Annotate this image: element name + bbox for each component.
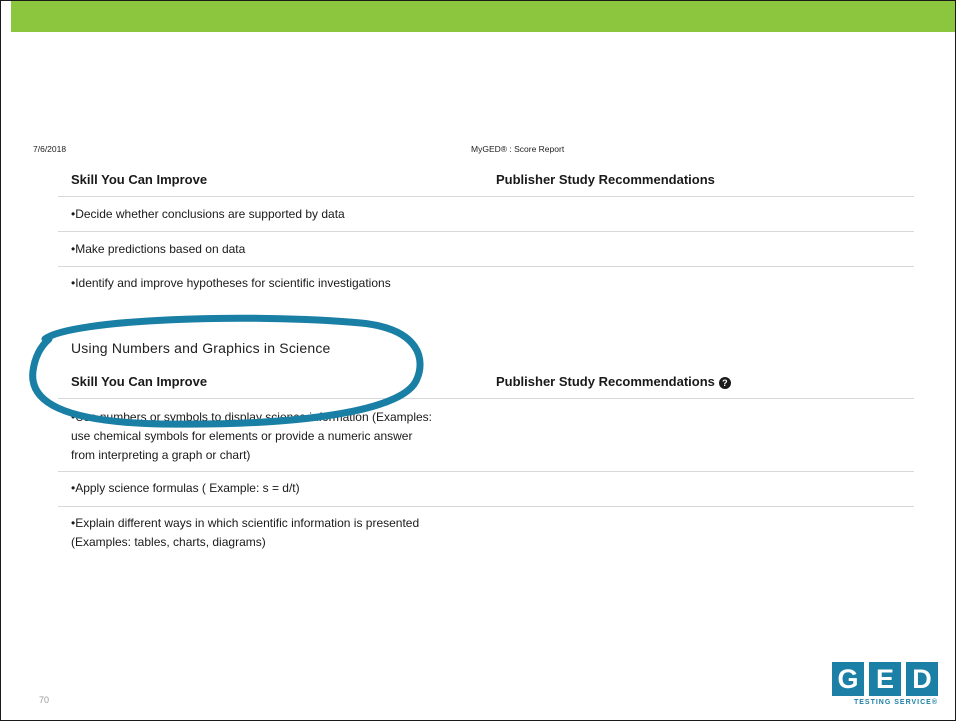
publisher-header-label: Publisher Study Recommendations (496, 374, 715, 389)
slide: 7/6/2018 MyGED® : Score Report Skill You… (0, 0, 956, 721)
logo-letter-g: G (832, 662, 864, 696)
row-text-line: •Decide whether conclusions are supporte… (71, 207, 345, 221)
logo-letter-d: D (906, 662, 938, 696)
table1-row: •Identify and improve hypotheses for sci… (71, 274, 391, 293)
row-text-line: •Explain different ways in which scienti… (71, 516, 420, 530)
table1-row: •Decide whether conclusions are supporte… (71, 205, 345, 224)
table2-skill-header: Skill You Can Improve (71, 374, 208, 389)
row-text-line: •Use numbers or symbols to display scien… (71, 410, 433, 424)
top-accent-bar (11, 1, 955, 32)
bar-gap (1, 1, 11, 32)
page-number: 70 (39, 695, 50, 705)
table2-row-divider (58, 506, 914, 507)
table2-row-divider (58, 471, 914, 472)
table2-header-divider (58, 398, 914, 399)
table2-row: •Use numbers or symbols to display scien… (71, 408, 432, 465)
table1-header-divider (58, 196, 914, 197)
row-text-line: use chemical symbols for elements or pro… (71, 429, 413, 443)
table2-publisher-header: Publisher Study Recommendations? (496, 374, 731, 389)
highlight-ellipse (29, 314, 424, 428)
table2-row: •Explain different ways in which scienti… (71, 514, 419, 552)
table1-row-divider (58, 231, 914, 232)
report-title: MyGED® : Score Report (471, 144, 565, 154)
row-text-line: •Apply science formulas ( Example: s = d… (71, 481, 300, 495)
question-circle-icon[interactable]: ? (718, 377, 731, 389)
table1-skill-header: Skill You Can Improve (71, 172, 208, 187)
ged-testing-service-logo: G E D TESTING SERVICE® (830, 662, 938, 710)
row-text-line: (Examples: tables, charts, diagrams) (71, 535, 266, 549)
row-text-line: from interpreting a graph or chart) (71, 448, 251, 462)
row-text-line: •Identify and improve hypotheses for sci… (71, 276, 391, 290)
section-title: Using Numbers and Graphics in Science (71, 340, 331, 356)
row-text-line: •Make predictions based on data (71, 242, 246, 256)
logo-subtitle: TESTING SERVICE® (853, 699, 938, 706)
table1-row-divider (58, 266, 914, 267)
report-date: 7/6/2018 (33, 144, 67, 154)
table2-row: •Apply science formulas ( Example: s = d… (71, 479, 300, 498)
table1-publisher-header: Publisher Study Recommendations (496, 172, 715, 187)
logo-letter-e: E (869, 662, 901, 696)
table1-row: •Make predictions based on data (71, 240, 245, 259)
